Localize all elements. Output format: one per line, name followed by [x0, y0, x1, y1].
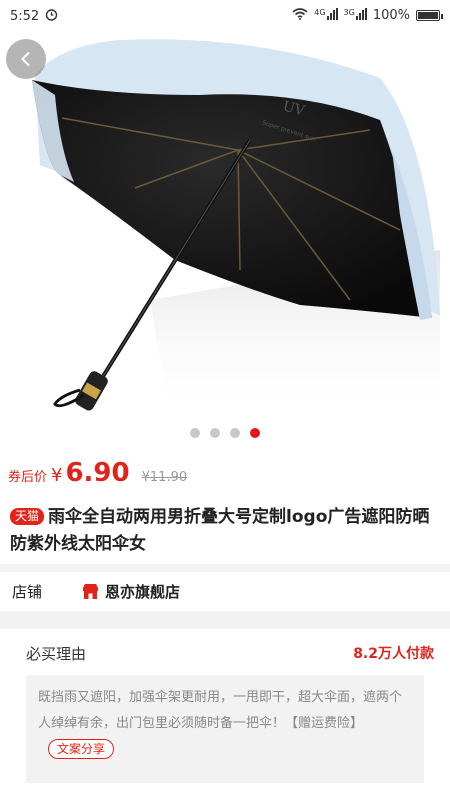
coupon-price: 6.90 — [65, 458, 130, 488]
wifi-icon — [292, 8, 308, 24]
signal-icon: 4G — [314, 8, 338, 24]
carousel-dot[interactable] — [230, 428, 240, 438]
chevron-left-icon — [21, 52, 30, 66]
product-title: 天猫 雨伞全自动两用男折叠大号定制logo广告遮阳防晒防紫外线太阳伞女 — [10, 504, 442, 558]
alarm-icon — [45, 8, 58, 25]
coupon-price-label: 券后价 — [8, 470, 48, 485]
divider — [0, 611, 450, 629]
status-time: 5:52 — [10, 8, 40, 24]
carousel-dot-active[interactable] — [250, 428, 260, 438]
umbrella-image: UV Super prevent sun — [32, 39, 440, 420]
reason-text: 既挡雨又遮阳，加强伞架更耐用，一甩即干，超大伞面，遮两个人绰绰有余，出门包里必须… — [38, 690, 403, 731]
status-bar: 5:52 4G 3G 100% — [0, 0, 450, 32]
reason-text-box: 既挡雨又遮阳，加强伞架更耐用，一甩即干，超大伞面，遮两个人绰绰有余，出门包里必须… — [26, 675, 424, 783]
product-title-text: 雨伞全自动两用男折叠大号定制logo广告遮阳防晒防紫外线太阳伞女 — [10, 507, 430, 554]
copy-share-button[interactable]: 文案分享 — [48, 739, 115, 759]
back-button[interactable] — [6, 39, 46, 79]
store-icon — [83, 584, 98, 599]
original-price: ¥11.90 — [141, 470, 188, 485]
divider — [0, 564, 450, 572]
signal-icon: 3G — [344, 8, 367, 24]
carousel-dot[interactable] — [190, 428, 200, 438]
battery-icon — [416, 10, 443, 22]
currency-symbol: ¥ — [51, 465, 63, 486]
reason-title: 必买理由 — [26, 645, 87, 663]
must-buy-reason-card: 必买理由 8.2万人付款 既挡雨又遮阳，加强伞架更耐用，一甩即干，超大伞面，遮两… — [12, 629, 438, 800]
carousel-dots — [0, 428, 450, 438]
tmall-badge: 天猫 — [10, 508, 45, 525]
price-row: 券后价 ¥ 6.90 ¥11.90 — [8, 458, 187, 488]
shop-row[interactable]: 店铺 恩亦旗舰店 — [0, 572, 450, 610]
paid-count: 8.2万人付款 — [353, 646, 434, 662]
carousel-dot[interactable] — [210, 428, 220, 438]
shop-name[interactable]: 恩亦旗舰店 — [105, 581, 180, 602]
shop-label: 店铺 — [12, 582, 43, 601]
product-image-gallery[interactable]: UV Super prevent sun — [0, 0, 450, 445]
battery-percent: 100% — [372, 8, 410, 24]
